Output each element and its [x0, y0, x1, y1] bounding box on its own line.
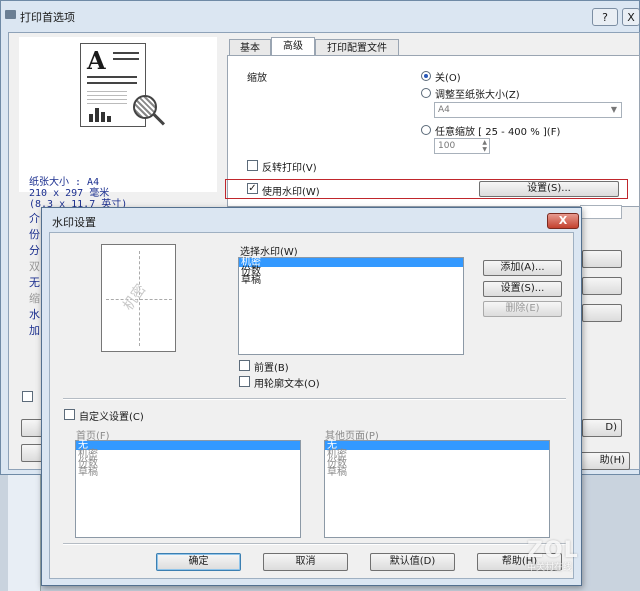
right-button-partial-5[interactable]: 助(H) [575, 452, 630, 470]
background-window-edge [8, 475, 41, 591]
list-item[interactable]: 草稿 [325, 468, 549, 478]
scaling-label: 缩放 [247, 73, 267, 84]
default-button[interactable]: 默认值(D) [370, 553, 455, 571]
preview-watermark-text: 机密 [120, 281, 150, 314]
dialog-separator-bottom [63, 543, 566, 545]
free-scale-radio[interactable] [421, 125, 431, 135]
list-item[interactable]: 份数 [239, 267, 463, 277]
scaling-off-label: 关(O) [435, 73, 461, 84]
list-item[interactable]: 无 [76, 441, 300, 451]
list-item[interactable]: 无 [325, 441, 549, 451]
printer-icon [5, 10, 16, 19]
custom-settings-checkbox[interactable] [64, 409, 75, 420]
right-button-partial-1[interactable] [582, 250, 622, 268]
dialog-title: 水印设置 [52, 216, 96, 229]
left-checkbox-partial[interactable] [22, 391, 33, 402]
outline-text-label: 用轮廓文本(O) [254, 379, 320, 390]
chevron-down-icon: ▼ [610, 105, 617, 114]
window-title: 打印首选项 [20, 11, 75, 24]
zol-logo: ZOL 中关村在线 [527, 538, 597, 573]
paper-size-info: 纸张大小 : A4 210 x 297 毫米 (8.3 x 11.7 英寸) [29, 177, 128, 210]
watermark-listbox[interactable]: 机密 份数 草稿 [238, 257, 464, 355]
list-item[interactable]: 机密 [325, 450, 549, 460]
first-page-listbox[interactable]: 无 机密 份数 草稿 [75, 440, 301, 538]
use-watermark-checkbox[interactable]: ✓ [247, 183, 258, 194]
right-button-partial-4[interactable]: D) [582, 419, 622, 437]
select-watermark-label: 选择水印(W) [240, 247, 298, 258]
reverse-print-label: 反转打印(V) [262, 163, 317, 174]
help-button[interactable]: ? [592, 8, 618, 26]
watermark-settings-dialog-button[interactable]: 设置(S)... [483, 281, 562, 297]
spin-arrows-icon: ▲ ▼ [482, 139, 487, 153]
list-item[interactable]: 草稿 [239, 276, 463, 286]
custom-settings-label: 自定义设置(C) [79, 412, 144, 423]
fit-to-paper-label: 调整至纸张大小(Z) [435, 90, 520, 101]
add-watermark-button[interactable]: 添加(A)... [483, 260, 562, 276]
front-checkbox[interactable] [239, 360, 250, 371]
tab-advanced[interactable]: 高级 [271, 37, 315, 57]
list-item[interactable]: 份数 [76, 459, 300, 469]
zol-logo-sub: 中关村在线 [527, 563, 573, 573]
dialog-close-button[interactable]: X [547, 213, 579, 229]
other-pages-listbox[interactable]: 无 机密 份数 草稿 [324, 440, 550, 538]
cancel-button[interactable]: 取消 [263, 553, 348, 571]
delete-watermark-button[interactable]: 删除(E) [483, 301, 562, 317]
free-scale-label: 任意缩放 [ 25 - 400 % ](F) [435, 127, 561, 138]
watermark-settings-button[interactable]: 设置(S)... [479, 181, 619, 197]
ok-button[interactable]: 确定 [156, 553, 241, 571]
scale-value-stepper[interactable]: 100 ▲ ▼ [434, 138, 490, 154]
scaling-off-radio[interactable] [421, 71, 431, 81]
right-button-partial-2[interactable] [582, 277, 622, 295]
front-label: 前置(B) [254, 363, 289, 374]
use-watermark-label: 使用水印(W) [262, 187, 320, 198]
list-item[interactable]: 机密 [76, 450, 300, 460]
doc-letter: A [87, 46, 106, 75]
right-button-partial-3[interactable] [582, 304, 622, 322]
reverse-print-checkbox[interactable] [247, 160, 258, 171]
bar-chart-icon [89, 106, 115, 122]
list-item[interactable]: 草稿 [76, 468, 300, 478]
watermark-preview-page: 机密 [101, 244, 176, 352]
fit-to-paper-radio[interactable] [421, 88, 431, 98]
outline-text-checkbox[interactable] [239, 376, 250, 387]
dialog-separator [63, 398, 566, 400]
partial-field [580, 205, 622, 219]
list-item[interactable]: 份数 [325, 459, 549, 469]
settings-summary-partial: 介 份 分 双 无 缩 水 加 [29, 212, 40, 337]
close-button[interactable]: X [622, 8, 640, 26]
list-item[interactable]: 机密 [239, 258, 463, 268]
paper-size-select[interactable]: A4 ▼ [434, 102, 622, 118]
